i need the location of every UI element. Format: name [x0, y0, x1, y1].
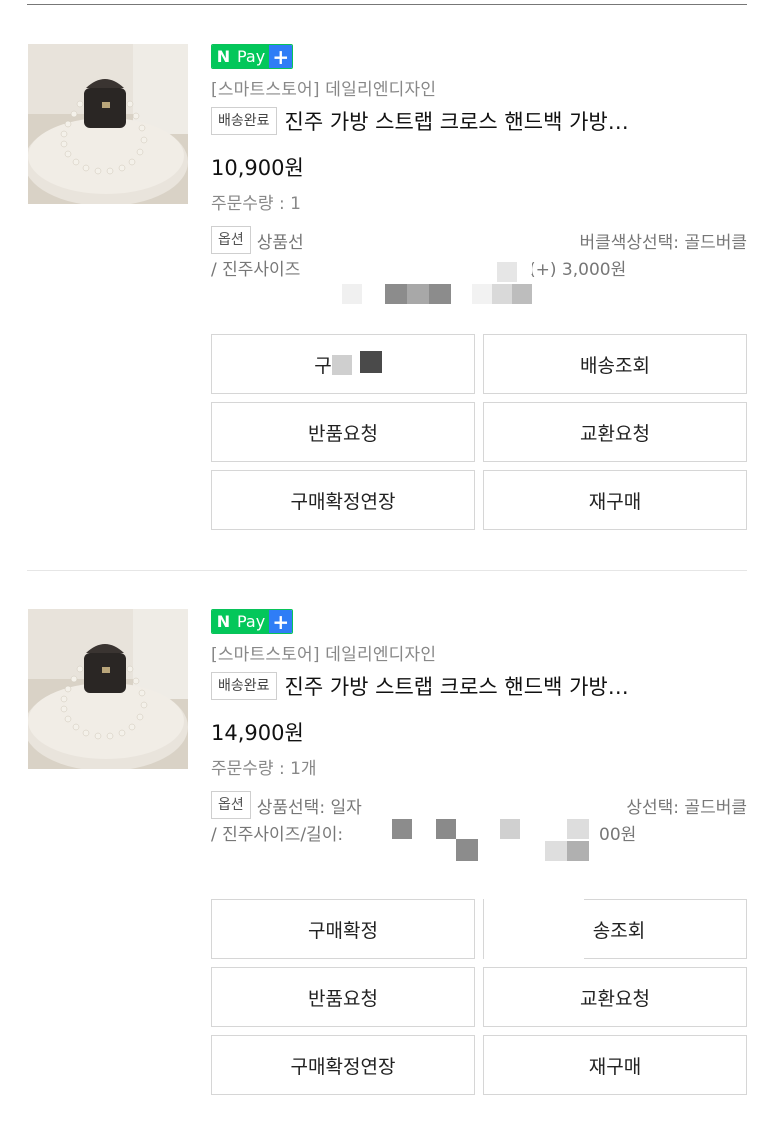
delivery-tracking-label: 송조회	[592, 919, 646, 942]
purchase-confirm-button[interactable]: 구	[211, 334, 475, 394]
bag-photo-icon	[28, 609, 188, 769]
order-quantity: 주문수량 : 1	[211, 194, 301, 214]
npay-badge: N Pay +	[211, 609, 747, 634]
option-badge: 옵션	[211, 226, 251, 254]
product-thumbnail[interactable]	[28, 44, 188, 204]
order-quantity: 주문수량 : 1개	[211, 759, 317, 779]
option-line2-left: / 진주사이즈/길이:	[211, 825, 344, 845]
rebuy-label: 재구매	[588, 490, 642, 513]
purchase-confirm-label: 구	[314, 354, 332, 377]
option-line2-left: / 진주사이즈	[211, 260, 301, 280]
redaction-pixel	[332, 355, 352, 375]
status-badge: 배송완료	[211, 107, 277, 135]
redaction-pixel	[500, 819, 520, 839]
option-line2-right: 00원	[599, 825, 637, 845]
store-name[interactable]: [스마트스토어] 데일리엔디자인	[211, 79, 747, 101]
return-request-label: 반품요청	[308, 987, 378, 1010]
option-text-left: 상품선	[256, 232, 304, 253]
delivery-tracking-button[interactable]: 배송조회	[483, 334, 747, 394]
npay-n-icon: N	[212, 610, 235, 633]
order-divider	[27, 570, 747, 571]
redaction-pixel	[567, 819, 589, 839]
product-title[interactable]: 진주 가방 스트랩 크로스 핸드백 가방…	[285, 106, 629, 136]
redaction-pixel	[360, 351, 382, 373]
product-title[interactable]: 진주 가방 스트랩 크로스 핸드백 가방…	[285, 671, 629, 701]
npay-logo: N Pay +	[211, 609, 294, 634]
confirm-extend-button[interactable]: 구매확정연장	[211, 1035, 475, 1095]
redaction-area	[390, 811, 596, 841]
top-divider	[27, 4, 747, 5]
confirm-extend-label: 구매확정연장	[290, 1055, 396, 1078]
plus-icon: +	[269, 45, 293, 68]
delivery-tracking-button[interactable]: 송조회	[483, 898, 747, 960]
bag-photo-icon	[28, 44, 188, 204]
product-price: 10,900원	[211, 156, 304, 180]
order-actions: 구 배송조회 반품요청 교환요청 구매확정연장 재구매	[211, 334, 747, 530]
title-row: 배송완료 진주 가방 스트랩 크로스 핸드백 가방…	[211, 105, 747, 137]
return-request-label: 반품요청	[308, 422, 378, 445]
purchase-confirm-label: 구매확정	[308, 919, 378, 942]
redaction-pixel	[456, 839, 478, 861]
return-request-button[interactable]: 반품요청	[211, 402, 475, 462]
purchase-confirm-button[interactable]: 구매확정	[211, 899, 475, 959]
exchange-request-label: 교환요청	[580, 987, 650, 1010]
redaction-area	[484, 898, 584, 960]
order-card: N Pay + [스마트스토어] 데일리엔디자인 배송완료 진주 가방 스트랩 …	[0, 609, 773, 1123]
product-price: 14,900원	[211, 721, 304, 745]
order-actions: 구매확정 송조회 반품요청 교환요청 구매확정연장 재구매	[211, 898, 747, 1095]
delivery-tracking-label: 배송조회	[580, 354, 650, 377]
npay-logo: N Pay +	[211, 44, 294, 69]
option-badge: 옵션	[211, 791, 251, 819]
product-thumbnail[interactable]	[28, 609, 188, 769]
npay-label: Pay	[235, 45, 270, 68]
rebuy-button[interactable]: 재구매	[483, 1035, 747, 1095]
rebuy-button[interactable]: 재구매	[483, 470, 747, 530]
order-card: N Pay + [스마트스토어] 데일리엔디자인 배송완료 진주 가방 스트랩 …	[0, 44, 773, 564]
redaction-pixel	[545, 841, 567, 861]
option-text-right: 상선택: 골드버클	[626, 797, 747, 818]
redaction-pixel	[512, 284, 532, 304]
redaction-pixel	[392, 819, 412, 839]
option-line2-right: (+) 3,000원	[529, 260, 627, 280]
redaction-pixel	[429, 284, 451, 304]
npay-label: Pay	[235, 610, 270, 633]
npay-n-icon: N	[212, 45, 235, 68]
status-badge: 배송완료	[211, 672, 277, 700]
rebuy-label: 재구매	[588, 1055, 642, 1078]
option-text-right: 버클색상선택: 골드버클	[579, 232, 747, 253]
plus-icon: +	[269, 610, 293, 633]
redaction-pixel	[385, 284, 407, 304]
option-text-left: 상품선택: 일자	[256, 797, 362, 818]
exchange-request-label: 교환요청	[580, 422, 650, 445]
redaction-pixel	[342, 284, 362, 304]
redaction-pixel	[407, 284, 429, 304]
exchange-request-button[interactable]: 교환요청	[483, 967, 747, 1027]
return-request-button[interactable]: 반품요청	[211, 967, 475, 1027]
redaction-pixel	[497, 262, 517, 282]
store-name[interactable]: [스마트스토어] 데일리엔디자인	[211, 644, 747, 666]
npay-badge: N Pay +	[211, 44, 747, 69]
confirm-extend-label: 구매확정연장	[290, 490, 396, 513]
redaction-pixel	[567, 841, 589, 861]
redaction-pixel	[472, 284, 492, 304]
redaction-pixel	[492, 284, 512, 304]
title-row: 배송완료 진주 가방 스트랩 크로스 핸드백 가방…	[211, 670, 747, 702]
confirm-extend-button[interactable]: 구매확정연장	[211, 470, 475, 530]
exchange-request-button[interactable]: 교환요청	[483, 402, 747, 462]
redaction-pixel	[436, 819, 456, 839]
